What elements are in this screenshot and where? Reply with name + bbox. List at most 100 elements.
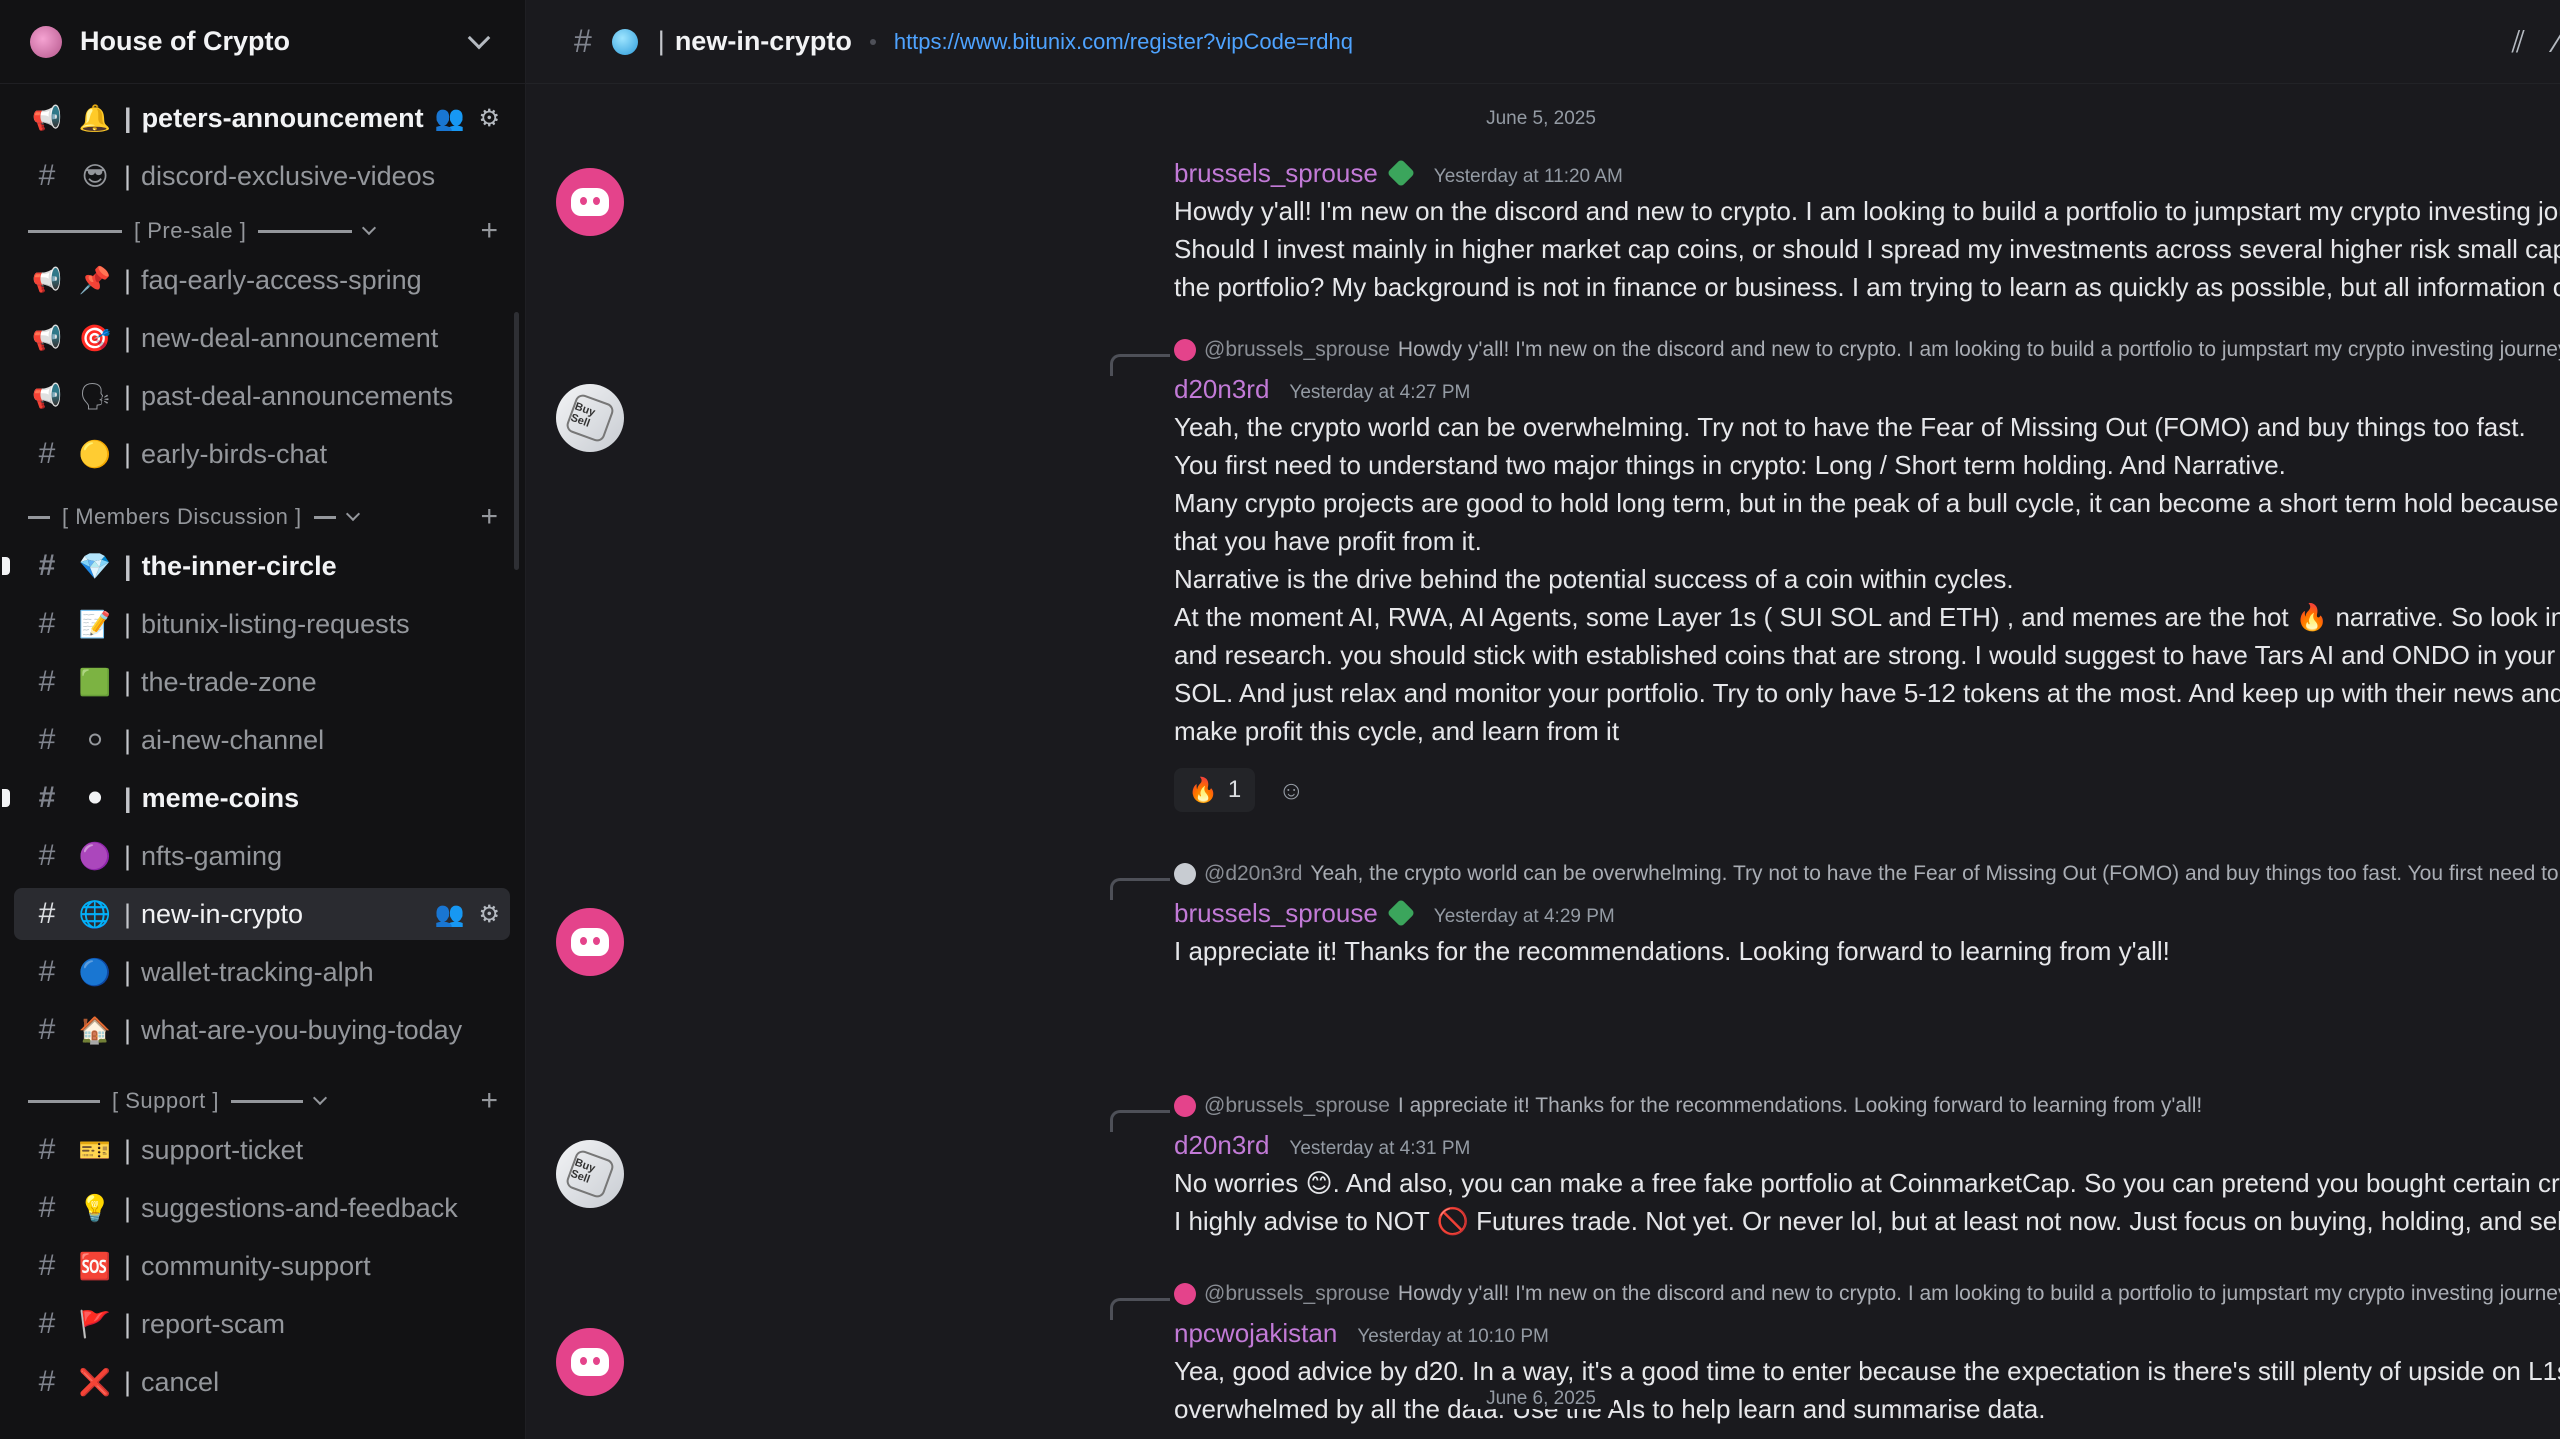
avatar[interactable] — [556, 168, 624, 236]
message-body: I appreciate it! Thanks for the recommen… — [1174, 936, 2170, 966]
avatar[interactable] — [556, 1328, 624, 1396]
separator: | — [124, 550, 132, 581]
threads-icon[interactable]: ⫽ — [2512, 26, 2525, 60]
reply-preview[interactable]: @brussels_sprouse Howdy y'all! I'm new o… — [1174, 338, 2560, 362]
channel-actions: 👥 ⚙ — [435, 900, 500, 929]
white-circle-icon: ⚪ — [84, 724, 106, 755]
category-support[interactable]: [ Support ] + — [28, 1084, 498, 1118]
sidebar-scrollbar[interactable] — [514, 312, 519, 570]
unread-indicator — [2, 789, 10, 807]
channel-label: meme-coins — [141, 782, 300, 813]
channel-label: ai-new-channel — [141, 724, 325, 755]
channel-bitunix-listing-requests[interactable]: # 📝 | bitunix-listing-requests — [14, 598, 510, 650]
channel-cancel[interactable]: # ❌ | cancel — [14, 1356, 510, 1408]
discord-logo-icon — [571, 1348, 609, 1376]
channel-report-scam[interactable]: # 🚩 | report-scam — [14, 1298, 510, 1350]
reply-avatar — [1174, 863, 1196, 885]
separator: | — [657, 26, 665, 56]
avatar[interactable] — [556, 908, 624, 976]
add-channel-icon[interactable]: + — [480, 1084, 498, 1118]
channel-topic-link[interactable]: https://www.bitunix.com/register?vipCode… — [894, 29, 1353, 55]
divider — [28, 515, 50, 519]
timestamp: Yesterday at 4:27 PM — [1289, 382, 1471, 403]
add-reaction-icon[interactable]: ☺ — [1269, 768, 1313, 812]
lightbulb-icon: 💡 — [78, 1192, 112, 1223]
hash-icon: # — [38, 839, 56, 872]
separator: | — [124, 724, 132, 755]
channel-label: the-trade-zone — [141, 666, 317, 697]
avatar[interactable]: Buy Sell — [556, 1140, 624, 1208]
invite-icon[interactable]: 👥 — [435, 104, 465, 133]
date-divider: June 5, 2025 — [526, 108, 2556, 130]
author-name[interactable]: npcwojakistan — [1174, 1318, 1337, 1349]
channel-new-in-crypto[interactable]: # 🌐 | new-in-crypto 👥 ⚙ — [14, 888, 510, 940]
channel-peters-announcement[interactable]: 📢 🔔 | peters-announcement 👥 ⚙ — [14, 92, 510, 144]
purple-circle-icon: 🟣 — [78, 840, 112, 871]
channel-label: early-birds-chat — [141, 438, 328, 469]
channel-label: nfts-gaming — [141, 840, 283, 871]
avatar[interactable]: Buy Sell — [556, 384, 624, 452]
separator: | — [124, 438, 132, 469]
channel-wallet-tracking-alph[interactable]: # 🔵 | wallet-tracking-alph — [14, 946, 510, 998]
author-name[interactable]: brussels_sprouse — [1174, 158, 1378, 189]
channel-nfts-gaming[interactable]: # 🟣 | nfts-gaming — [14, 830, 510, 882]
hash-icon: # — [38, 437, 56, 470]
channel-the-inner-circle[interactable]: # 💎 | the-inner-circle — [2, 540, 510, 592]
channel-faq-early-access-spring[interactable]: 📢 📌 | faq-early-access-spring — [14, 254, 510, 306]
channel-past-deal-announcements[interactable]: 📢 🗣 | past-deal-announcements — [14, 370, 510, 422]
hash-icon: # — [38, 897, 56, 930]
pin-icon: 📌 — [78, 264, 112, 295]
server-header[interactable]: House of Crypto — [0, 0, 525, 84]
channel-suggestions-and-feedback[interactable]: # 💡 | suggestions-and-feedback — [14, 1182, 510, 1234]
separator: | — [124, 840, 132, 871]
dice-icon: Buy Sell — [564, 392, 616, 444]
notification-icon[interactable]: ⁄ — [2555, 26, 2560, 60]
chevron-down-icon[interactable] — [467, 26, 491, 49]
reaction-fire[interactable]: 🔥 1 — [1174, 768, 1256, 812]
channel-ai-new-channel[interactable]: # ⚪ | ai-new-channel — [14, 714, 510, 766]
channel-early-birds-chat[interactable]: # 🟡 | early-birds-chat — [14, 428, 510, 480]
author-name[interactable]: d20n3rd — [1174, 374, 1269, 405]
invite-icon[interactable]: 👥 — [435, 900, 465, 929]
channel-actions: 👥 ⚙ — [435, 104, 500, 133]
category-pre-sale[interactable]: [ Pre-sale ] + — [28, 214, 498, 248]
hash-icon: # — [38, 781, 56, 814]
message-header: npcwojakistan Yesterday at 10:10 PM — [1174, 1318, 1549, 1349]
category-members-discussion[interactable]: [ Members Discussion ] + — [28, 500, 498, 534]
separator: | — [124, 102, 132, 133]
hash-icon: # — [38, 1249, 56, 1282]
channel-new-deal-announcement[interactable]: 📢 🎯 | new-deal-announcement — [14, 312, 510, 364]
channel-discord-exclusive-videos[interactable]: # 😎 | discord-exclusive-videos — [14, 150, 510, 202]
channel-what-are-you-buying-today[interactable]: # 🏠 | what-are-you-buying-today — [14, 1004, 510, 1056]
channel-label: past-deal-announcements — [141, 380, 454, 411]
black-circle-icon: ⚫ — [84, 782, 106, 813]
hash-icon: # — [38, 1307, 56, 1340]
channel-support-ticket[interactable]: # 🎫 | support-ticket — [14, 1124, 510, 1176]
reply-preview[interactable]: @brussels_sprouse I appreciate it! Thank… — [1174, 1094, 2202, 1118]
channel-meme-coins[interactable]: # ⚫ | meme-coins — [2, 772, 510, 824]
target-icon: 🎯 — [78, 322, 112, 353]
channel-community-support[interactable]: # 🆘 | community-support — [14, 1240, 510, 1292]
divider — [258, 229, 353, 233]
chevron-down-icon — [362, 220, 377, 236]
gear-icon[interactable]: ⚙ — [478, 900, 500, 929]
announcement-icon: 📢 — [32, 382, 62, 410]
announcement-icon: 📢 — [32, 324, 62, 352]
author-name[interactable]: brussels_sprouse — [1174, 898, 1378, 929]
add-channel-icon[interactable]: + — [480, 500, 498, 534]
sunglasses-icon: 😎 — [81, 160, 109, 191]
reply-connector — [1110, 1298, 1170, 1320]
separator: | — [124, 264, 132, 295]
separator: | — [124, 322, 132, 353]
reactions-bar: 🔥 1 ☺ — [1174, 768, 1313, 812]
reply-preview[interactable]: @brussels_sprouse Howdy y'all! I'm new o… — [1174, 1282, 2560, 1306]
author-name[interactable]: d20n3rd — [1174, 1130, 1269, 1161]
gear-icon[interactable]: ⚙ — [478, 104, 500, 133]
channel-the-trade-zone[interactable]: # 🟩 | the-trade-zone — [14, 656, 510, 708]
divider — [28, 229, 122, 233]
add-channel-icon[interactable]: + — [480, 214, 498, 248]
separator: | — [124, 956, 132, 987]
channel-label: new-in-crypto — [141, 898, 304, 929]
channel-label: what-are-you-buying-today — [141, 1014, 463, 1045]
reply-preview[interactable]: @d20n3rd Yeah, the crypto world can be o… — [1174, 862, 2560, 886]
